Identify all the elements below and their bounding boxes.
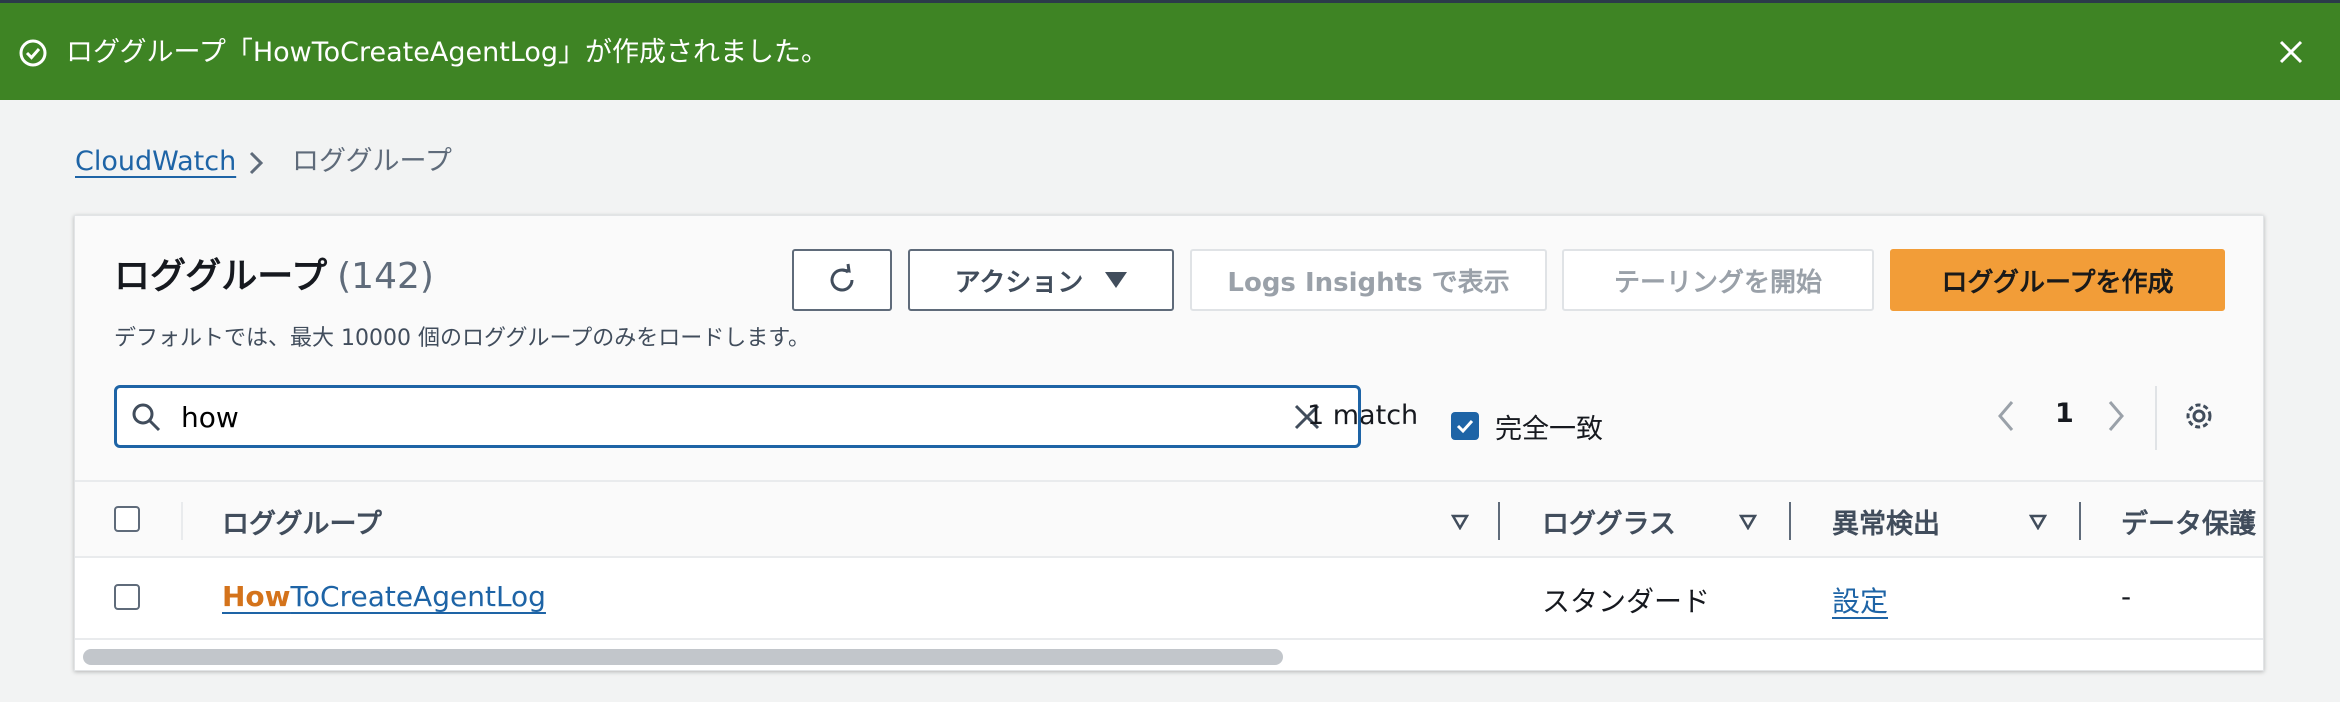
column-divider[interactable] [1498,502,1500,540]
panel-header: ロググループ (142) デフォルトでは、最大 10000 個のロググループのみを… [75,216,2263,480]
row-checkbox[interactable] [114,584,140,610]
breadcrumb-cloudwatch-link[interactable]: CloudWatch [75,146,236,177]
success-flash-bar: ロググループ「HowToCreateAgentLog」が作成されました。 [0,0,2340,100]
exact-match-label: 完全一致 [1495,414,1603,445]
table-header: ロググループ ロググラス 異常検出 データ保護 [75,480,2263,558]
column-divider [181,502,183,540]
log-class-value: スタンダード [1542,585,1711,618]
create-log-group-button[interactable]: ロググループを作成 [1890,249,2225,311]
search-icon [132,403,161,432]
caret-down-icon [1105,272,1128,288]
select-all-checkbox[interactable] [114,506,140,532]
flash-message: ロググループ「HowToCreateAgentLog」が作成されました。 [66,37,829,68]
refresh-button[interactable] [792,249,892,311]
view-in-logs-insights-button[interactable]: Logs Insights で表示 [1190,249,1547,311]
log-group-name-link[interactable]: HowToCreateAgentLog [222,580,546,613]
horizontal-scrollbar[interactable] [83,649,1283,665]
page-title: ロググループ (142) [114,254,434,300]
gear-icon[interactable] [2181,398,2217,434]
search-input[interactable] [179,394,1263,440]
create-log-group-label: ロググループを作成 [1941,267,2174,298]
sort-down-icon[interactable] [1451,514,1469,530]
log-group-name-rest: ToCreateAgentLog [290,580,546,613]
checkmark-icon [1456,419,1474,434]
column-header-log-class[interactable]: ロググラス [1542,502,1676,541]
search-field[interactable] [114,385,1361,448]
sort-down-icon[interactable] [1739,514,1757,530]
table-row: HowToCreateAgentLog スタンダード 設定 - [75,558,2263,640]
actions-label: アクション [954,267,1084,298]
column-header-data-protection[interactable]: データ保護 [2121,502,2256,541]
column-divider[interactable] [2079,502,2081,540]
column-divider[interactable] [1789,502,1791,540]
breadcrumb: CloudWatch ロググループ [75,142,452,182]
breadcrumb-current: ロググループ [292,146,452,177]
column-header-log-group[interactable]: ロググループ [222,502,382,541]
current-page-number[interactable]: 1 [2055,398,2074,429]
anomaly-detection-configure-link[interactable]: 設定 [1832,580,1888,620]
logs-insights-label: Logs Insights で表示 [1227,267,1510,298]
next-page-icon[interactable] [2105,398,2127,434]
match-count: 1 match [1307,400,1419,431]
refresh-icon [830,263,854,292]
log-groups-panel: ロググループ (142) デフォルトでは、最大 10000 個のロググループのみを… [74,215,2264,671]
previous-page-icon[interactable] [1995,398,2017,434]
start-tailing-button[interactable]: テーリングを開始 [1562,249,1874,311]
close-icon[interactable] [2276,37,2306,67]
log-group-count: (142) [337,256,434,297]
search-highlight: How [222,580,291,613]
actions-dropdown-button[interactable]: アクション [908,249,1174,311]
check-circle-icon [19,39,47,67]
pagination-divider [2155,386,2157,450]
data-protection-value: - [2121,580,2132,613]
panel-description: デフォルトでは、最大 10000 個のロググループのみをロードします。 [114,326,811,351]
sort-down-icon[interactable] [2029,514,2047,530]
panel-title-text: ロググループ [114,256,328,297]
tailing-label: テーリングを開始 [1613,267,1822,298]
chevron-right-icon [249,151,264,175]
exact-match-checkbox[interactable] [1451,412,1479,440]
column-header-anomaly-detection[interactable]: 異常検出 [1832,502,1940,541]
